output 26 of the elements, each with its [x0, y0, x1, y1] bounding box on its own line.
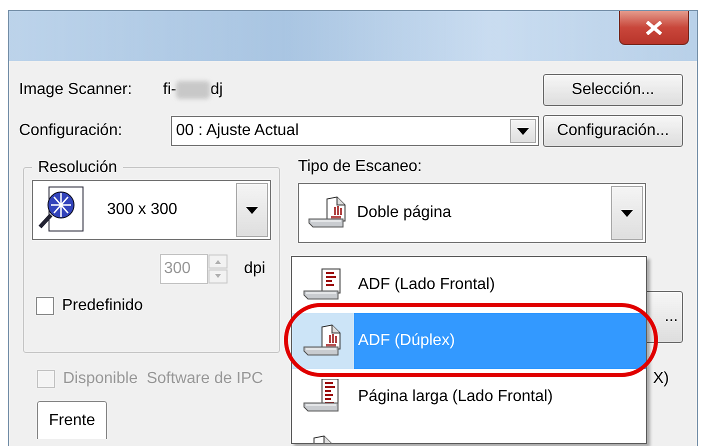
spin-arrows-icon	[208, 254, 228, 284]
scan-type-dropdown[interactable]: Doble página	[298, 183, 646, 243]
dropdown-arrow-icon	[246, 206, 258, 214]
dpi-value: 300	[160, 254, 208, 284]
option-text: X)	[653, 369, 669, 389]
configuration-dropdown[interactable]: 00 : Ajuste Actual	[171, 116, 539, 146]
dropdown-option[interactable]: Página larga (Lado Frontal)	[292, 369, 646, 425]
checkbox-label: Predefinido	[62, 296, 143, 316]
configuration-button[interactable]: Configuración...	[543, 115, 683, 147]
checkbox[interactable]	[36, 297, 54, 315]
checkbox-label: Disponible Software de IPC	[63, 369, 264, 389]
select-button[interactable]: Selección...	[543, 74, 683, 106]
tab[interactable]: Frente	[37, 401, 107, 439]
field-label: Tipo de Escaneo:	[298, 157, 423, 177]
scanner-model: dj	[210, 80, 223, 100]
scanner-model: fi-	[163, 80, 176, 100]
dropdown-option[interactable]: ADF (Lado Frontal)	[292, 257, 646, 313]
field-label: Image Scanner:	[19, 80, 133, 100]
field-label: Configuración:	[19, 121, 124, 141]
dropdown-arrow-icon	[620, 210, 633, 216]
redaction-blur	[176, 81, 210, 99]
resolution-dropdown[interactable]: 300 x 300	[32, 180, 271, 240]
dropdown-arrow-icon	[517, 128, 529, 134]
close-button[interactable]	[619, 11, 689, 45]
close-icon	[645, 20, 663, 34]
unit-label: dpi	[244, 259, 266, 279]
